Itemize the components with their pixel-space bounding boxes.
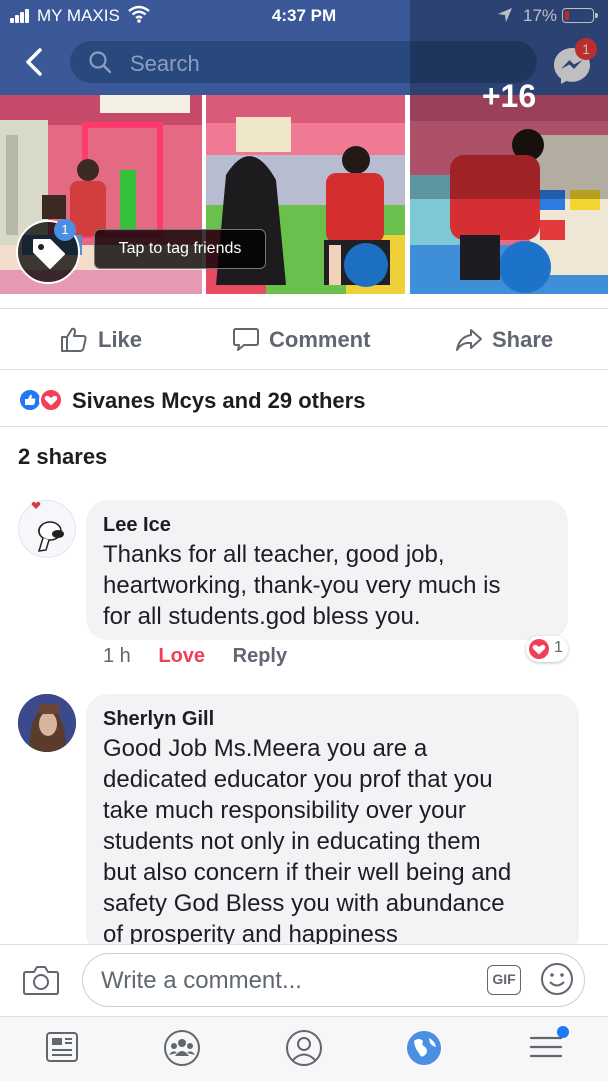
- news-feed-icon[interactable]: [44, 1029, 80, 1065]
- more-photos-overlay[interactable]: +16: [410, 0, 608, 199]
- tag-count-badge: 1: [54, 219, 76, 241]
- tag-tooltip[interactable]: Tap to tag friends: [94, 229, 266, 269]
- divider: [0, 426, 608, 427]
- like-label: Like: [98, 327, 143, 352]
- camera-icon[interactable]: [22, 962, 60, 998]
- avatar[interactable]: [18, 500, 76, 558]
- comment-line: safety God Bless you with abundance: [103, 890, 505, 917]
- comment-line: for all students.god bless you.: [103, 603, 421, 630]
- comment-line: students not only in educating them: [103, 828, 481, 855]
- love-button[interactable]: Love: [158, 645, 205, 667]
- more-photos-count: +16: [481, 78, 537, 114]
- reaction-count: 1: [554, 639, 563, 656]
- comment-line: Thanks for all teacher, good job,: [103, 541, 445, 568]
- comment-icon: [233, 328, 259, 351]
- emoji-icon[interactable]: [540, 962, 574, 996]
- notifications-globe-icon[interactable]: [405, 1029, 443, 1067]
- comment-line: heartworking, thank-you very much is: [103, 572, 501, 599]
- groups-icon[interactable]: [163, 1029, 201, 1067]
- share-icon: [456, 329, 482, 351]
- like-button[interactable]: Like: [60, 323, 160, 355]
- post-actions-bar: Like Comment Share: [0, 308, 608, 370]
- comment-line: Good Job Ms.Meera you are a: [103, 735, 428, 762]
- reply-button[interactable]: Reply: [233, 645, 287, 667]
- comment-bubble[interactable]: Lee Ice Thanks for all teacher, good job…: [86, 500, 568, 640]
- heart-small-icon: [31, 501, 41, 509]
- comment-label: Comment: [269, 327, 371, 352]
- comment-text: Thanks for all teacher, good job, heartw…: [103, 539, 501, 632]
- comment-bubble[interactable]: Sherlyn Gill Good Job Ms.Meera you are a…: [86, 694, 579, 956]
- share-button[interactable]: Share: [455, 323, 565, 355]
- share-label: Share: [492, 327, 554, 352]
- comment-author[interactable]: Sherlyn Gill: [103, 708, 214, 731]
- avatar[interactable]: [18, 694, 76, 752]
- reaction-summary[interactable]: Sivanes Mcys and 29 others: [18, 386, 598, 416]
- comment-button[interactable]: Comment: [232, 323, 392, 355]
- comment-time: 1 h: [103, 645, 131, 667]
- comment-author[interactable]: Lee Ice: [103, 514, 171, 537]
- search-icon: [89, 51, 112, 74]
- gif-button[interactable]: GIF: [487, 965, 521, 995]
- comment-line: take much responsibility over your: [103, 797, 466, 824]
- share-count[interactable]: 2 shares: [18, 444, 107, 470]
- comment-meta: 1 h Love Reply: [103, 645, 287, 668]
- comment-line: dedicated educator you prof that you: [103, 766, 493, 793]
- back-icon[interactable]: [18, 44, 50, 80]
- profile-icon[interactable]: [285, 1029, 323, 1067]
- love-reaction-icon: [529, 639, 549, 659]
- love-reaction-icon: [39, 388, 63, 412]
- thumbs-up-icon: [61, 327, 87, 352]
- reaction-summary-text: Sivanes Mcys and 29 others: [72, 388, 366, 413]
- comment-text: Good Job Ms.Meera you are a dedicated ed…: [103, 733, 511, 950]
- menu-notification-dot: [557, 1026, 569, 1038]
- comment-line: but also concern if their well being and: [103, 859, 512, 886]
- comment-reaction-count[interactable]: 1: [526, 636, 568, 662]
- comment-placeholder: Write a comment...: [101, 967, 302, 994]
- search-placeholder: Search: [130, 51, 200, 76]
